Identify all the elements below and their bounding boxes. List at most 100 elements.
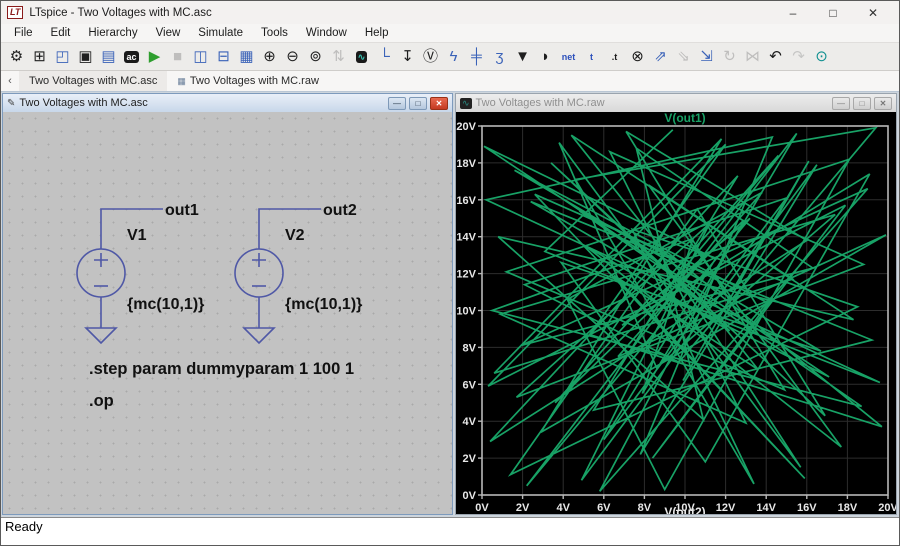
value-label-v1[interactable]: {mc(10,1)} (127, 296, 204, 313)
y-tick-label: 6V (463, 379, 477, 391)
y-tick-label: 14V (456, 232, 476, 244)
zoom-in-icon[interactable]: ⊕ (258, 46, 281, 68)
value-label-v2[interactable]: {mc(10,1)} (285, 296, 362, 313)
schematic-window-titlebar[interactable]: ✎ Two Voltages with MC.asc — □ ✕ (3, 94, 452, 112)
autorange-icon[interactable]: ⇅ (327, 46, 350, 68)
waveform-window-titlebar[interactable]: ∿ Two Voltages with MC.raw — □ ✕ (456, 94, 896, 112)
menu-item-window[interactable]: Window (297, 24, 356, 42)
cascade-windows-icon[interactable]: ▦ (235, 46, 258, 68)
move-icon[interactable]: ⇗ (649, 46, 672, 68)
net-label-out1[interactable]: out1 (165, 202, 199, 219)
ground-icon[interactable]: ↧ (396, 46, 419, 68)
waveform-minimize-button[interactable]: — (832, 97, 850, 110)
y-tick-label: 0V (463, 490, 477, 502)
settings-icon[interactable]: ⚙ (5, 46, 28, 68)
menu-item-view[interactable]: View (147, 24, 190, 42)
x-tick-label: 2V (516, 502, 530, 514)
ref-label-v1[interactable]: V1 (127, 227, 147, 244)
close-button[interactable]: ✕ (853, 2, 893, 24)
tab-schematic-label: Two Voltages with MC.asc (29, 75, 157, 87)
delete-icon[interactable]: ⊗ (626, 46, 649, 68)
component-icon[interactable]: ◗ (534, 46, 557, 68)
new-schematic-icon[interactable]: ⊞ (28, 46, 51, 68)
rotate-icon[interactable]: ↻ (718, 46, 741, 68)
undo-icon[interactable]: ↶ (764, 46, 787, 68)
menu-item-hierarchy[interactable]: Hierarchy (79, 24, 146, 42)
statusbar: Ready (1, 517, 899, 545)
mirror-icon[interactable]: ⋈ (741, 46, 764, 68)
y-tick-label: 10V (456, 306, 476, 318)
schematic-minimize-button[interactable]: — (388, 97, 406, 110)
ref-label-v2[interactable]: V2 (285, 227, 305, 244)
search-icon[interactable]: ⊙ (810, 46, 833, 68)
label-net-icon[interactable]: Ⓥ (419, 46, 442, 68)
y-tick-label: 2V (463, 453, 477, 465)
ground-symbol (244, 297, 274, 343)
open-file-icon[interactable]: ◰ (51, 46, 74, 68)
spice-directive-icon[interactable]: .t (603, 46, 626, 68)
ltspice-window: LT LTspice - Two Voltages with MC.asc – … (0, 0, 900, 546)
text-icon[interactable]: t (580, 46, 603, 68)
tab-back-chevron[interactable]: ‹ (1, 75, 19, 87)
x-tick-label: 6V (597, 502, 611, 514)
y-tick-label: 20V (456, 121, 476, 133)
tab-schematic[interactable]: Two Voltages with MC.asc (19, 71, 167, 91)
mdi-area: ✎ Two Voltages with MC.asc — □ ✕ (1, 92, 899, 517)
window-controls: – □ ✕ (773, 2, 893, 24)
x-tick-label: 16V (797, 502, 817, 514)
minimize-button[interactable]: – (773, 2, 813, 24)
voltage-source-v2[interactable] (235, 209, 321, 343)
trace-legend-vout1[interactable]: V(out1) (664, 112, 705, 125)
redo-icon[interactable]: ↷ (787, 46, 810, 68)
menu-item-tools[interactable]: Tools (252, 24, 297, 42)
window-title: LTspice - Two Voltages with MC.asc (29, 7, 211, 19)
y-tick-label: 4V (463, 416, 477, 428)
x-tick-label: 8V (638, 502, 652, 514)
waveform-doc-icon: ∿ (460, 98, 472, 109)
voltage-source-v1[interactable] (77, 209, 163, 343)
draw-wire-icon[interactable]: └ (373, 46, 396, 68)
save-icon[interactable]: ▣ (74, 46, 97, 68)
x-tick-label: 4V (556, 502, 570, 514)
resistor-icon[interactable]: ϟ (442, 46, 465, 68)
y-tick-label: 12V (456, 269, 476, 281)
menu-item-file[interactable]: File (5, 24, 42, 42)
tile-vertical-icon[interactable]: ◫ (189, 46, 212, 68)
tab-waveform-label: Two Voltages with MC.raw (190, 75, 319, 87)
tab-waveform[interactable]: ▦ Two Voltages with MC.raw (167, 71, 329, 91)
inductor-icon[interactable]: ʒ (488, 46, 511, 68)
y-tick-label: 16V (456, 195, 476, 207)
spice-directive-op[interactable]: .op (89, 392, 114, 410)
x-tick-label: 14V (756, 502, 776, 514)
waveform-plot[interactable]: 0V0V2V2V4V4V6V6V8V8V10V10V12V12V14V14V16… (456, 112, 896, 514)
spice-directive-step[interactable]: .step param dummyparam 1 100 1 (89, 360, 354, 378)
tile-horizontal-icon[interactable]: ⊟ (212, 46, 235, 68)
diode-icon[interactable]: ▼ (511, 46, 534, 68)
net-name-icon[interactable]: net (557, 46, 580, 68)
run-icon[interactable]: ▶ (143, 46, 166, 68)
schematic-restore-button[interactable]: □ (409, 97, 427, 110)
net-label-out2[interactable]: out2 (323, 202, 357, 219)
waveform-window-controls: — □ ✕ (832, 97, 892, 110)
edit-simulation-icon[interactable]: ac (120, 46, 143, 68)
titlebar: LT LTspice - Two Voltages with MC.asc – … (1, 1, 899, 24)
menu-item-edit[interactable]: Edit (42, 24, 80, 42)
waveform-viewer-icon[interactable]: ∿ (350, 46, 373, 68)
waveform-restore-button[interactable]: □ (853, 97, 871, 110)
halt-icon[interactable]: ■ (166, 46, 189, 68)
zoom-out-icon[interactable]: ⊖ (281, 46, 304, 68)
maximize-button[interactable]: □ (813, 2, 853, 24)
schematic-close-button[interactable]: ✕ (430, 97, 448, 110)
menu-item-help[interactable]: Help (356, 24, 398, 42)
waveform-close-button[interactable]: ✕ (874, 97, 892, 110)
drag-icon[interactable]: ⇘ (672, 46, 695, 68)
menu-item-simulate[interactable]: Simulate (189, 24, 252, 42)
ground-symbol (86, 297, 116, 343)
status-text: Ready (5, 519, 43, 534)
stretch-wires-icon[interactable]: ⇲ (695, 46, 718, 68)
toolbar: ⚙⊞◰▣▤ac▶■◫⊟▦⊕⊖⊚⇅∿└↧Ⓥϟ╪ʒ▼◗nett.t⊗⇗⇘⇲↻⋈↶↷⊙ (1, 42, 899, 71)
schematic-canvas[interactable]: out1 V1 {mc(10,1)} out2 V2 {mc(10,1)} (3, 112, 452, 514)
zoom-full-extents-icon[interactable]: ⊚ (304, 46, 327, 68)
capacitor-icon[interactable]: ╪ (465, 46, 488, 68)
print-icon[interactable]: ▤ (97, 46, 120, 68)
